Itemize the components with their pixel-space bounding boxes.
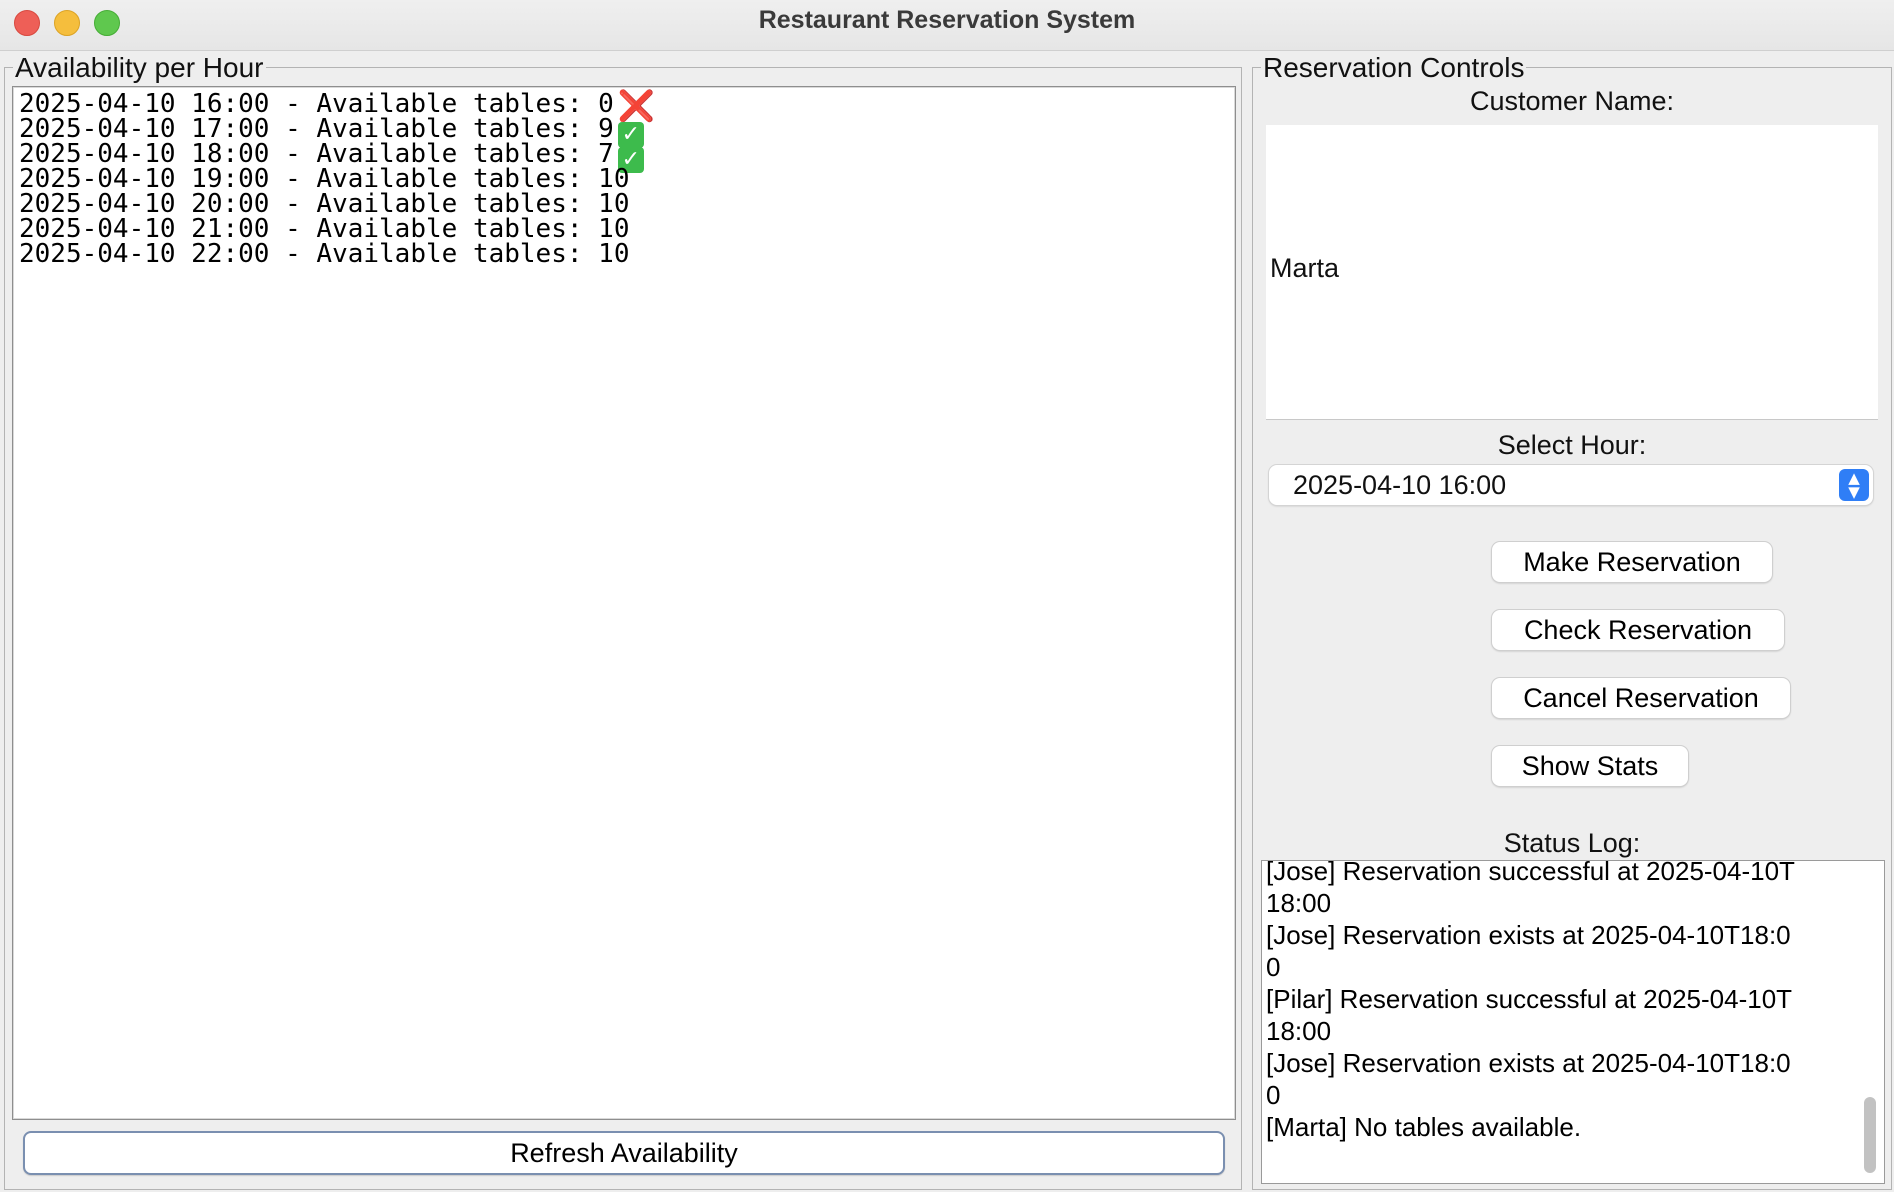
log-line: 18:00: [1266, 1016, 1332, 1046]
select-chevron-icon: ▲ ▼: [1839, 469, 1869, 501]
availability-line: 2025-04-10 22:00 - Available tables: 10: [19, 239, 630, 269]
customer-name-label: Customer Name:: [1469, 86, 1675, 116]
log-line: [Jose] Reservation exists at 2025-04-10T…: [1266, 920, 1791, 950]
availability-text-area[interactable]: 2025-04-10 16:00 - Available tables: 0 ❌ …: [12, 86, 1236, 1120]
log-line: 0: [1266, 1080, 1281, 1110]
log-line: 18:00: [1266, 888, 1332, 918]
availability-panel: Availability per Hour 2025-04-10 16:00 -…: [4, 52, 1242, 1190]
hour-select-value: 2025-04-10 16:00: [1293, 470, 1507, 500]
log-line: [Jose] Reservation successful at 2025-04…: [1266, 860, 1795, 886]
app-window: Restaurant Reservation System Availabili…: [0, 0, 1894, 1192]
customer-name-field[interactable]: Marta: [1266, 125, 1878, 420]
check-reservation-button[interactable]: Check Reservation: [1492, 610, 1784, 650]
log-line: 0: [1266, 952, 1281, 982]
customer-name-value: Marta: [1270, 253, 1340, 283]
window-title: Restaurant Reservation System: [758, 6, 1136, 34]
log-line: [Marta] No tables available.: [1266, 1112, 1582, 1142]
log-line: [Jose] Reservation exists at 2025-04-10T…: [1266, 1048, 1791, 1078]
controls-legend: Reservation Controls: [1261, 52, 1527, 84]
show-stats-button[interactable]: Show Stats: [1492, 746, 1688, 786]
status-log-area[interactable]: [Jose] Reservation successful at 2025-04…: [1261, 860, 1885, 1184]
make-reservation-button[interactable]: Make Reservation: [1492, 542, 1772, 582]
refresh-availability-button[interactable]: Refresh Availability: [23, 1131, 1225, 1175]
title-bar: Restaurant Reservation System: [0, 0, 1894, 51]
reservation-controls-panel: Reservation Controls Customer Name: Mart…: [1252, 52, 1892, 1190]
cancel-reservation-button[interactable]: Cancel Reservation: [1492, 678, 1790, 718]
log-line: [Pilar] Reservation successful at 2025-0…: [1266, 984, 1793, 1014]
hour-select[interactable]: 2025-04-10 16:00 ▲ ▼: [1269, 465, 1873, 505]
status-log-label: Status Log:: [1503, 828, 1641, 858]
select-hour-label: Select Hour:: [1497, 430, 1647, 460]
availability-legend: Availability per Hour: [13, 52, 266, 84]
log-scrollbar[interactable]: [1864, 1097, 1876, 1173]
